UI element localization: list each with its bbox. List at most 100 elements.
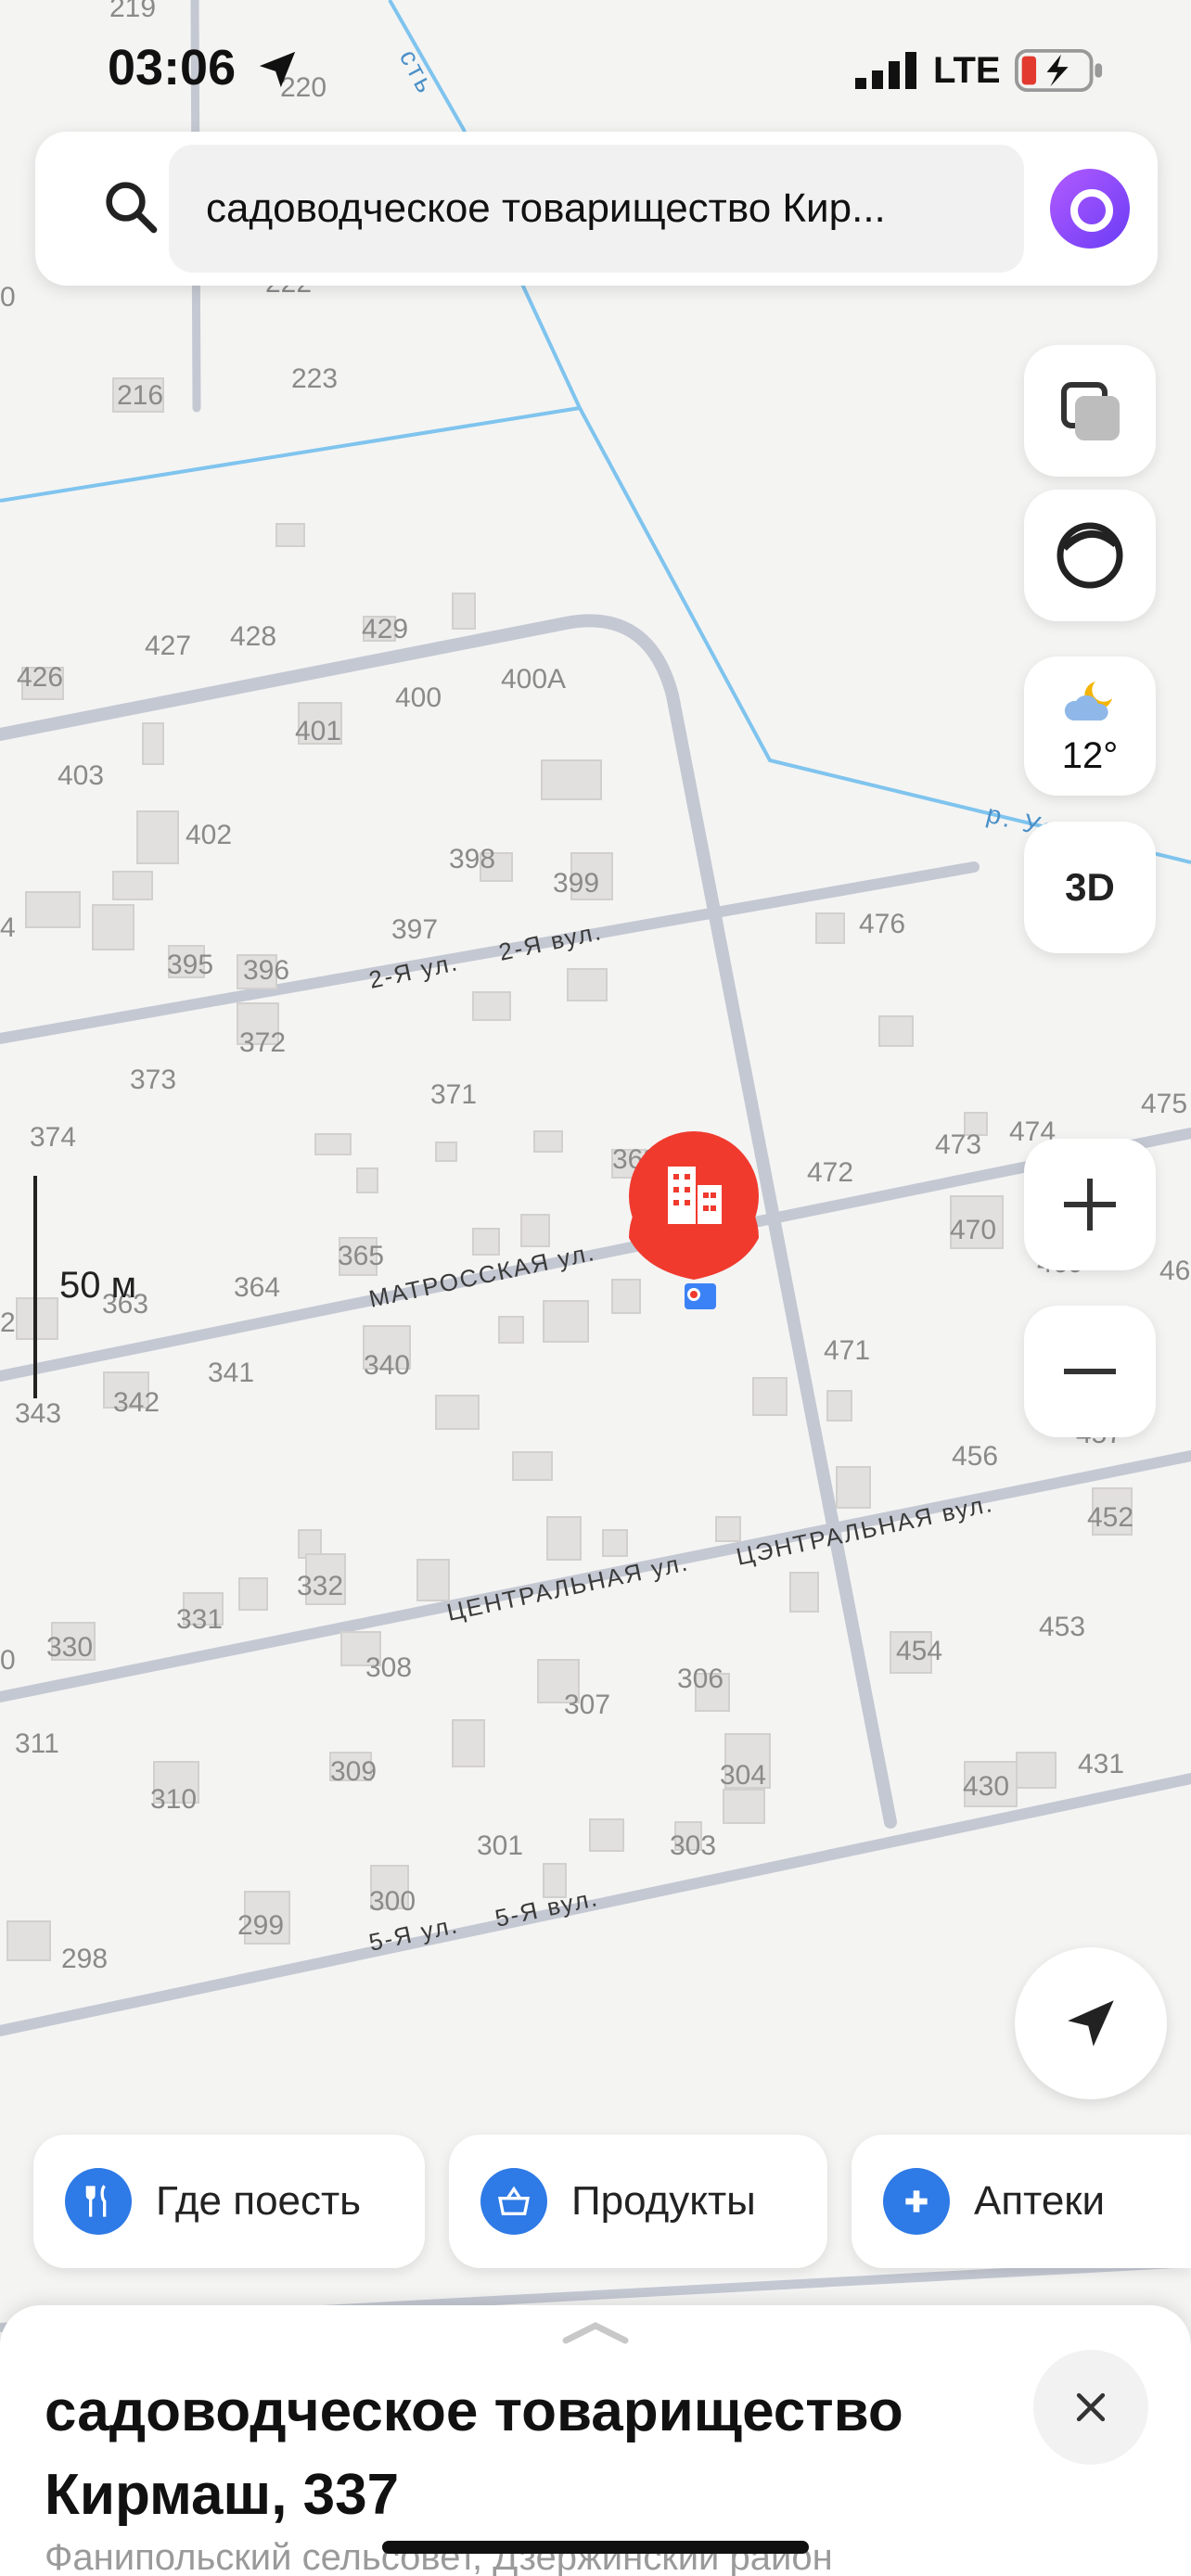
svg-text:372: 372 xyxy=(239,1027,286,1058)
svg-text:453: 453 xyxy=(1039,1612,1085,1642)
scale-bar xyxy=(33,1176,37,1398)
basket-icon xyxy=(480,2168,547,2235)
svg-text:427: 427 xyxy=(145,631,191,661)
svg-text:475: 475 xyxy=(1141,1089,1187,1119)
svg-text:401: 401 xyxy=(295,716,341,746)
place-title: садоводческое товарищество Кирмаш, 337 xyxy=(45,2379,903,2527)
svg-text:307: 307 xyxy=(564,1690,610,1720)
svg-text:403: 403 xyxy=(58,760,104,791)
search-icon[interactable] xyxy=(100,176,161,237)
svg-text:311: 311 xyxy=(15,1728,59,1759)
minus-icon xyxy=(1064,1369,1116,1374)
svg-text:4: 4 xyxy=(0,912,16,943)
pharmacy-cross-icon xyxy=(883,2168,950,2235)
3d-label: 3D xyxy=(1065,865,1115,909)
svg-text:46: 46 xyxy=(1159,1256,1190,1286)
svg-text:306: 306 xyxy=(677,1664,724,1694)
svg-text:371: 371 xyxy=(430,1079,477,1110)
svg-text:341: 341 xyxy=(208,1358,254,1388)
alice-icon[interactable] xyxy=(1050,169,1130,249)
svg-text:374: 374 xyxy=(30,1122,76,1153)
svg-text:340: 340 xyxy=(364,1350,410,1381)
search-bar: садоводческое товарищество Кир... xyxy=(35,132,1158,286)
place-card[interactable]: садоводческое товарищество Кирмаш, 337 Ф… xyxy=(0,2305,1191,2576)
home-indicator xyxy=(382,2541,809,2554)
svg-text:303: 303 xyxy=(670,1830,716,1861)
svg-text:454: 454 xyxy=(896,1636,942,1666)
category-label: Где поесть xyxy=(156,2178,362,2224)
search-input[interactable]: садоводческое товарищество Кир... xyxy=(169,145,1024,273)
svg-text:470: 470 xyxy=(950,1215,996,1245)
status-bar: 03:06 LTE xyxy=(0,0,1191,139)
svg-text:426: 426 xyxy=(17,662,63,693)
svg-text:400: 400 xyxy=(395,682,442,713)
svg-text:0: 0 xyxy=(0,1645,16,1676)
svg-text:472: 472 xyxy=(807,1157,853,1188)
svg-text:373: 373 xyxy=(130,1065,176,1095)
zoom-out-button[interactable] xyxy=(1024,1306,1156,1437)
status-time: 03:06 xyxy=(108,40,237,96)
svg-text:471: 471 xyxy=(824,1335,870,1366)
svg-text:396: 396 xyxy=(243,955,289,986)
category-label: Продукты xyxy=(571,2178,756,2224)
svg-text:2: 2 xyxy=(0,1307,16,1338)
svg-text:332: 332 xyxy=(297,1571,343,1601)
category-label: Аптеки xyxy=(974,2178,1106,2224)
svg-text:309: 309 xyxy=(330,1756,377,1787)
layers-button[interactable] xyxy=(1024,345,1156,477)
svg-text:428: 428 xyxy=(230,621,276,652)
svg-text:343: 343 xyxy=(15,1398,61,1429)
svg-text:299: 299 xyxy=(237,1910,284,1941)
svg-text:330: 330 xyxy=(46,1632,93,1663)
close-icon xyxy=(1076,2392,1106,2422)
svg-text:300: 300 xyxy=(369,1886,416,1917)
svg-text:216: 216 xyxy=(117,380,163,411)
svg-text:304: 304 xyxy=(720,1760,766,1791)
category-food-button[interactable]: Где поесть xyxy=(33,2135,425,2268)
close-button[interactable] xyxy=(1033,2350,1148,2465)
svg-text:310: 310 xyxy=(150,1784,197,1815)
3d-button[interactable]: 3D xyxy=(1024,822,1156,953)
svg-text:395: 395 xyxy=(167,950,213,980)
svg-text:308: 308 xyxy=(365,1652,412,1683)
svg-text:456: 456 xyxy=(952,1441,998,1472)
svg-text:400А: 400А xyxy=(501,664,566,695)
svg-text:342: 342 xyxy=(113,1387,160,1418)
svg-text:402: 402 xyxy=(186,820,232,850)
partly-cloudy-night-icon xyxy=(1064,681,1112,721)
svg-text:452: 452 xyxy=(1087,1502,1133,1533)
svg-text:431: 431 xyxy=(1078,1749,1124,1779)
svg-text:223: 223 xyxy=(291,363,338,394)
svg-text:364: 364 xyxy=(234,1272,280,1303)
svg-text:398: 398 xyxy=(449,844,495,874)
weather-widget[interactable]: 12° xyxy=(1024,657,1156,796)
navigation-arrow-icon xyxy=(1068,2000,1114,2047)
svg-text:397: 397 xyxy=(391,914,438,945)
signal-icon xyxy=(855,52,916,89)
svg-text:473: 473 xyxy=(935,1129,981,1160)
svg-text:301: 301 xyxy=(477,1830,523,1861)
temperature: 12° xyxy=(1061,734,1119,776)
compass-button[interactable] xyxy=(1024,490,1156,621)
battery-charging-icon xyxy=(1015,48,1103,93)
search-query: садоводческое товарищество Кир... xyxy=(206,185,886,231)
svg-text:331: 331 xyxy=(176,1604,223,1635)
svg-text:0: 0 xyxy=(0,282,16,312)
category-groceries-button[interactable]: Продукты xyxy=(449,2135,827,2268)
chevron-up-icon[interactable] xyxy=(562,2322,629,2344)
network-type: LTE xyxy=(933,50,1001,91)
zoom-in-button[interactable] xyxy=(1024,1139,1156,1270)
location-arrow-icon xyxy=(259,51,296,88)
svg-text:476: 476 xyxy=(859,909,905,939)
plus-icon xyxy=(1064,1179,1116,1231)
svg-text:430: 430 xyxy=(963,1771,1009,1802)
category-pharmacy-button[interactable]: Аптеки xyxy=(852,2135,1191,2268)
compass-icon xyxy=(1057,522,1123,589)
scale-label: 50 м xyxy=(59,1265,137,1306)
svg-text:365: 365 xyxy=(338,1241,384,1271)
fork-knife-icon xyxy=(65,2168,132,2235)
svg-text:298: 298 xyxy=(61,1944,108,1974)
layers-icon xyxy=(1061,382,1120,440)
my-location-button[interactable] xyxy=(1015,1947,1167,2099)
svg-text:429: 429 xyxy=(362,614,408,644)
